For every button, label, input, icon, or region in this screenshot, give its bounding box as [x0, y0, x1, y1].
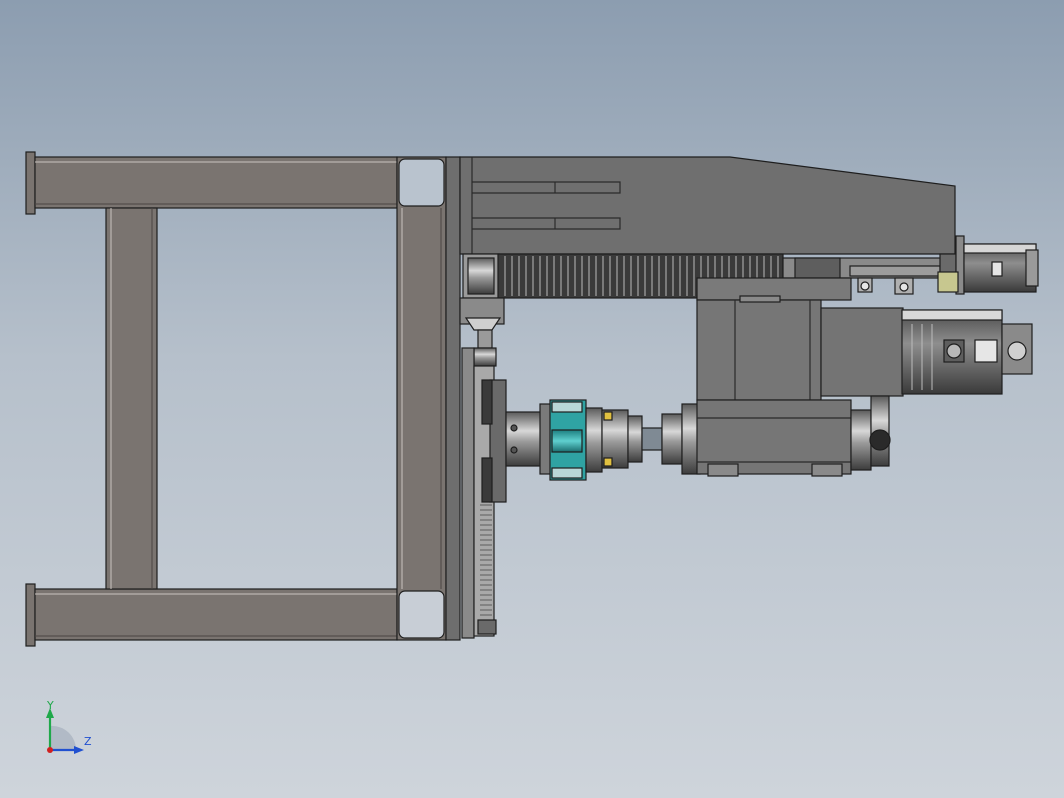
frame-left-post	[105, 207, 158, 590]
triad-origin	[47, 747, 53, 753]
coordinate-triad	[46, 708, 84, 754]
mounting-plate	[445, 156, 461, 641]
cad-model[interactable]	[0, 0, 1064, 798]
tube-end-top	[398, 158, 445, 207]
frame[interactable]	[25, 151, 461, 647]
graphics-viewport[interactable]: Y Z	[0, 0, 1064, 798]
spindle-housing[interactable]	[696, 277, 904, 477]
chuck[interactable]	[505, 399, 701, 481]
frame-end-plate-bottom	[25, 583, 36, 647]
frame-right-post	[396, 156, 447, 641]
frame-bottom-beam	[34, 588, 398, 641]
servo-motor-right[interactable]	[901, 309, 1033, 395]
vertical-slide[interactable]	[459, 297, 507, 639]
triad-y-label: Y	[47, 699, 54, 712]
frame-top-beam	[34, 156, 398, 209]
tube-end-bottom	[398, 590, 445, 639]
triad-z-label: Z	[84, 735, 92, 748]
frame-end-plate-top	[25, 151, 36, 215]
gearbox-housing[interactable]	[459, 156, 957, 299]
